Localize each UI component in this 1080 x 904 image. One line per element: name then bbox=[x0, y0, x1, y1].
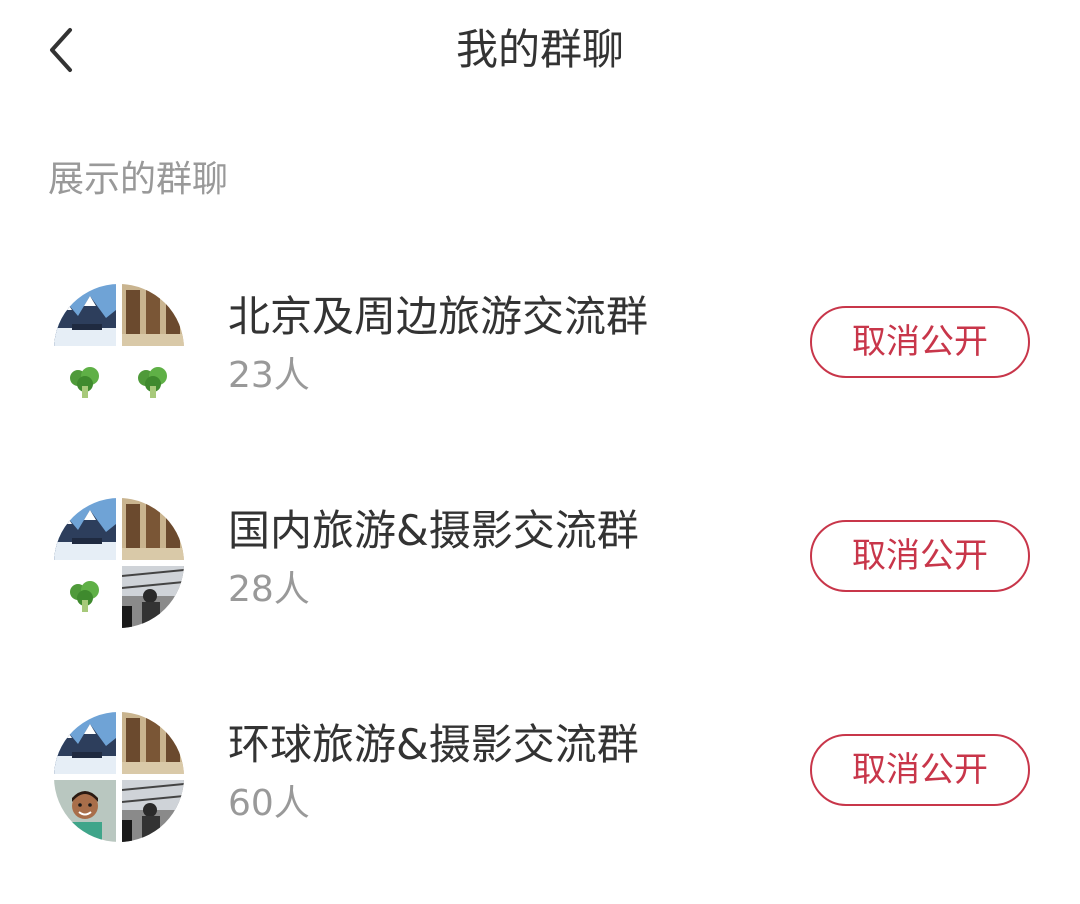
group-member-count: 23人 bbox=[228, 355, 310, 396]
group-name: 环球旅游&摄影交流群 bbox=[228, 720, 639, 769]
child-photo bbox=[54, 780, 116, 842]
group-member-count: 28人 bbox=[228, 569, 310, 610]
mountain-photo bbox=[54, 498, 116, 560]
group-name: 国内旅游&摄影交流群 bbox=[228, 506, 639, 555]
group-avatar bbox=[54, 284, 184, 414]
mountain-photo bbox=[54, 712, 116, 774]
window-person-photo bbox=[122, 566, 184, 628]
group-avatar bbox=[54, 712, 184, 842]
broccoli-icon bbox=[122, 352, 184, 414]
statues-photo bbox=[122, 284, 184, 346]
broccoli-icon bbox=[54, 352, 116, 414]
group-item-global[interactable]: 环球旅游&摄影交流群 60人 取消公开 bbox=[0, 712, 1080, 882]
header-bar: 我的群聊 bbox=[0, 0, 1080, 100]
unpublish-button[interactable]: 取消公开 bbox=[810, 520, 1030, 592]
group-member-count: 60人 bbox=[228, 783, 310, 824]
statues-photo bbox=[122, 498, 184, 560]
broccoli-icon bbox=[54, 566, 116, 628]
group-avatar bbox=[54, 498, 184, 628]
unpublish-button[interactable]: 取消公开 bbox=[810, 734, 1030, 806]
window-person-photo bbox=[122, 780, 184, 842]
group-item-domestic[interactable]: 国内旅游&摄影交流群 28人 取消公开 bbox=[0, 498, 1080, 668]
section-title: 展示的群聊 bbox=[48, 159, 229, 200]
group-name: 北京及周边旅游交流群 bbox=[228, 292, 649, 341]
page-title: 我的群聊 bbox=[455, 25, 624, 74]
mountain-photo bbox=[54, 284, 116, 346]
unpublish-button[interactable]: 取消公开 bbox=[810, 306, 1030, 378]
group-item-beijing[interactable]: 北京及周边旅游交流群 23人 取消公开 bbox=[0, 284, 1080, 454]
statues-photo bbox=[122, 712, 184, 774]
